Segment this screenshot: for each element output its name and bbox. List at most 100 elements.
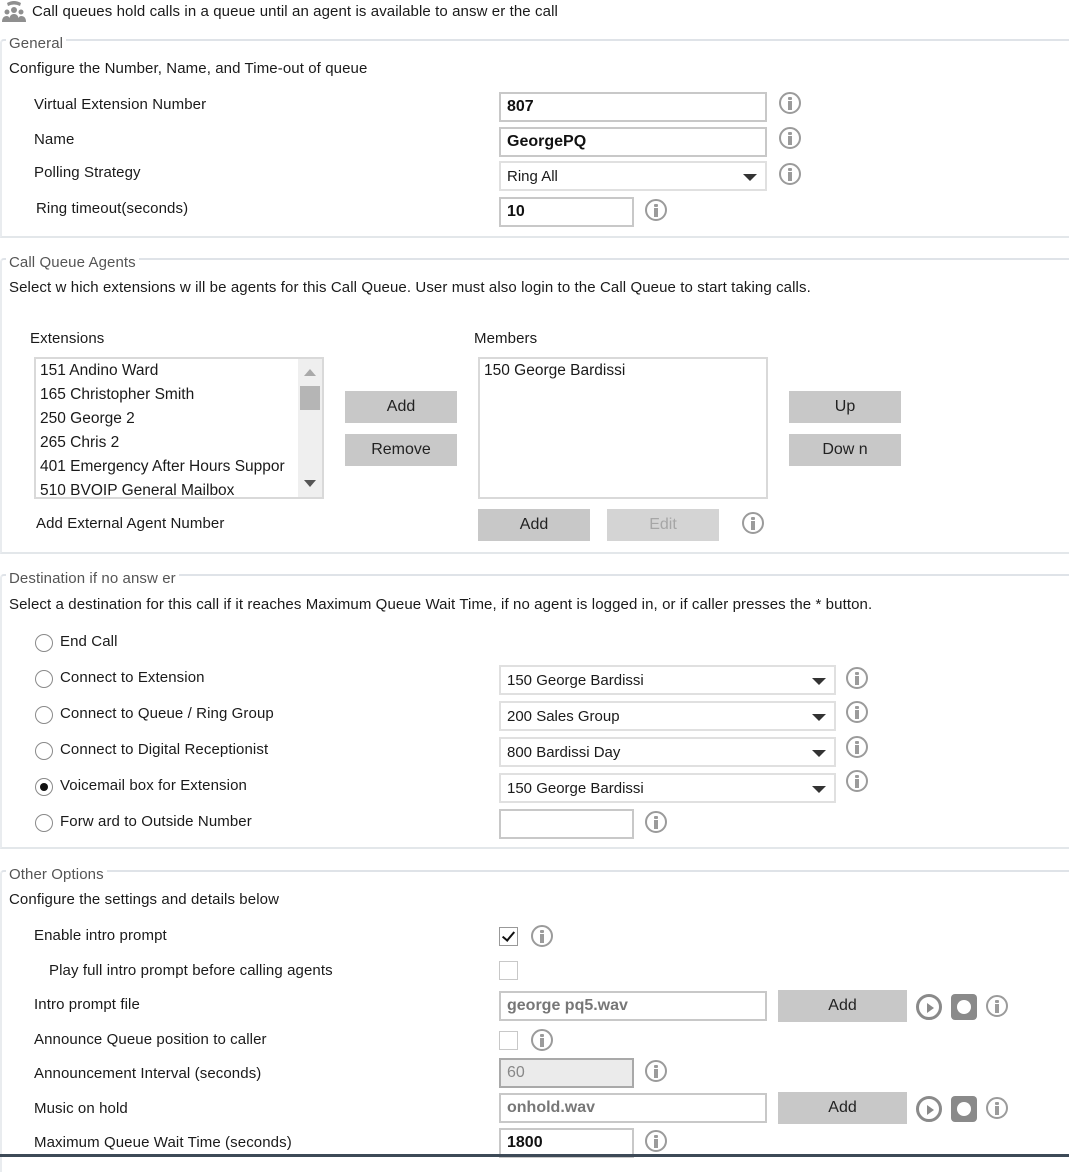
ring-timeout-input[interactable]: 10	[499, 197, 634, 227]
page-description: Call queues hold calls in a queue until …	[32, 2, 558, 20]
general-description: Configure the Number, Name, and Time-out…	[9, 60, 368, 77]
intro-file-add-button[interactable]: Add	[778, 990, 907, 1022]
page-header: Call queues hold calls in a queue until …	[2, 0, 558, 22]
connect-queue-radio[interactable]	[35, 706, 53, 724]
remove-agent-button[interactable]: Remove	[345, 434, 457, 466]
member-list-item[interactable]: 150 George Bardissi	[480, 359, 766, 383]
chevron-down-icon	[812, 714, 826, 721]
forward-outside-label: Forw ard to Outside Number	[60, 813, 252, 830]
polling-strategy-label: Polling Strategy	[34, 164, 141, 181]
connect-extension-info-icon[interactable]	[846, 667, 868, 689]
intro-file-input[interactable]: george pq5.wav	[499, 991, 767, 1021]
announce-interval-info-icon[interactable]	[645, 1060, 667, 1082]
connect-queue-label: Connect to Queue / Ring Group	[60, 705, 274, 722]
extension-list-item[interactable]: 151 Andino Ward	[36, 359, 322, 383]
extensions-listbox[interactable]: 151 Andino Ward 165 Christopher Smith 25…	[34, 357, 324, 499]
move-down-button[interactable]: Dow n	[789, 434, 901, 466]
forward-outside-info-icon[interactable]	[645, 811, 667, 833]
agents-description: Select w hich extensions w ill be agents…	[9, 279, 811, 296]
end-call-radio[interactable]	[35, 634, 53, 652]
voicemail-info-icon[interactable]	[846, 770, 868, 792]
music-on-hold-input[interactable]: onhold.wav	[499, 1093, 767, 1123]
destination-legend: Destination if no answ er	[6, 570, 179, 587]
connect-receptionist-label: Connect to Digital Receptionist	[60, 741, 269, 758]
announce-position-info-icon[interactable]	[531, 1029, 553, 1051]
add-external-agent-button[interactable]: Add	[478, 509, 590, 541]
music-record-icon[interactable]	[951, 1096, 977, 1122]
extensions-scrollbar[interactable]	[298, 359, 322, 497]
ring-timeout-info-icon[interactable]	[645, 199, 667, 221]
intro-play-icon[interactable]	[916, 994, 942, 1020]
extension-list-item[interactable]: 265 Chris 2	[36, 431, 322, 455]
enable-intro-checkbox[interactable]	[499, 927, 518, 946]
end-call-label: End Call	[60, 633, 118, 650]
announce-interval-input[interactable]: 60	[499, 1058, 634, 1088]
voicemail-select[interactable]: 150 George Bardissi	[499, 773, 836, 803]
connect-extension-value: 150 George Bardissi	[507, 672, 644, 689]
other-options-legend: Other Options	[6, 866, 107, 883]
chevron-down-icon	[812, 750, 826, 757]
scroll-up-arrow-icon[interactable]	[304, 369, 316, 376]
play-full-intro-checkbox[interactable]	[499, 961, 518, 980]
music-play-icon[interactable]	[916, 1096, 942, 1122]
members-listbox[interactable]: 150 George Bardissi	[478, 357, 768, 499]
polling-strategy-select[interactable]: Ring All	[499, 161, 767, 191]
max-wait-info-icon[interactable]	[645, 1130, 667, 1152]
general-legend: General	[6, 35, 67, 52]
connect-queue-value: 200 Sales Group	[507, 708, 620, 725]
connect-extension-select[interactable]: 150 George Bardissi	[499, 665, 836, 695]
connect-queue-info-icon[interactable]	[846, 701, 868, 723]
forward-outside-radio[interactable]	[35, 814, 53, 832]
chevron-down-icon	[812, 786, 826, 793]
connect-receptionist-info-icon[interactable]	[846, 736, 868, 758]
connect-extension-radio[interactable]	[35, 670, 53, 688]
music-on-hold-label: Music on hold	[34, 1100, 128, 1117]
extension-list-item[interactable]: 510 BVOIP General Mailbox	[36, 479, 322, 497]
ring-timeout-label: Ring timeout(seconds)	[36, 200, 189, 217]
announce-position-label: Announce Queue position to caller	[34, 1031, 267, 1048]
members-label: Members	[474, 330, 538, 347]
agents-legend: Call Queue Agents	[6, 254, 139, 271]
intro-file-info-icon[interactable]	[986, 995, 1008, 1017]
external-agent-info-icon[interactable]	[742, 512, 764, 534]
play-full-intro-label: Play full intro prompt before calling ag…	[49, 962, 333, 979]
enable-intro-info-icon[interactable]	[531, 925, 553, 947]
call-queue-people-icon	[2, 1, 26, 22]
chevron-down-icon	[812, 678, 826, 685]
move-up-button[interactable]: Up	[789, 391, 901, 423]
extension-list-item[interactable]: 250 George 2	[36, 407, 322, 431]
extension-list-item[interactable]: 401 Emergency After Hours Suppor	[36, 455, 322, 479]
connect-queue-select[interactable]: 200 Sales Group	[499, 701, 836, 731]
voicemail-radio[interactable]	[35, 778, 53, 796]
extension-number-input[interactable]: 807	[499, 92, 767, 122]
announce-interval-label: Announcement Interval (seconds)	[34, 1065, 262, 1082]
connect-receptionist-value: 800 Bardissi Day	[507, 744, 621, 761]
name-input[interactable]: GeorgePQ	[499, 127, 767, 157]
music-on-hold-info-icon[interactable]	[986, 1097, 1008, 1119]
intro-record-icon[interactable]	[951, 994, 977, 1020]
voicemail-label: Voicemail box for Extension	[60, 777, 247, 794]
extension-number-info-icon[interactable]	[779, 92, 801, 114]
other-options-section	[0, 870, 1069, 1172]
enable-intro-label: Enable intro prompt	[34, 927, 167, 944]
extensions-label: Extensions	[30, 330, 105, 347]
edit-external-agent-button[interactable]: Edit	[607, 509, 719, 541]
extension-list-item[interactable]: 165 Christopher Smith	[36, 383, 322, 407]
connect-extension-label: Connect to Extension	[60, 669, 205, 686]
max-wait-label: Maximum Queue Wait Time (seconds)	[34, 1134, 292, 1151]
connect-receptionist-radio[interactable]	[35, 742, 53, 760]
scroll-down-arrow-icon[interactable]	[304, 480, 316, 487]
connect-receptionist-select[interactable]: 800 Bardissi Day	[499, 737, 836, 767]
intro-file-label: Intro prompt file	[34, 996, 140, 1013]
forward-outside-input[interactable]	[499, 809, 634, 839]
announce-position-checkbox[interactable]	[499, 1031, 518, 1050]
chevron-down-icon	[743, 174, 757, 181]
extension-number-label: Virtual Extension Number	[34, 96, 207, 113]
polling-strategy-value: Ring All	[507, 168, 558, 185]
voicemail-value: 150 George Bardissi	[507, 780, 644, 797]
music-on-hold-add-button[interactable]: Add	[778, 1092, 907, 1124]
polling-strategy-info-icon[interactable]	[779, 163, 801, 185]
scrollbar-thumb[interactable]	[300, 386, 320, 410]
add-agent-button[interactable]: Add	[345, 391, 457, 423]
name-info-icon[interactable]	[779, 127, 801, 149]
